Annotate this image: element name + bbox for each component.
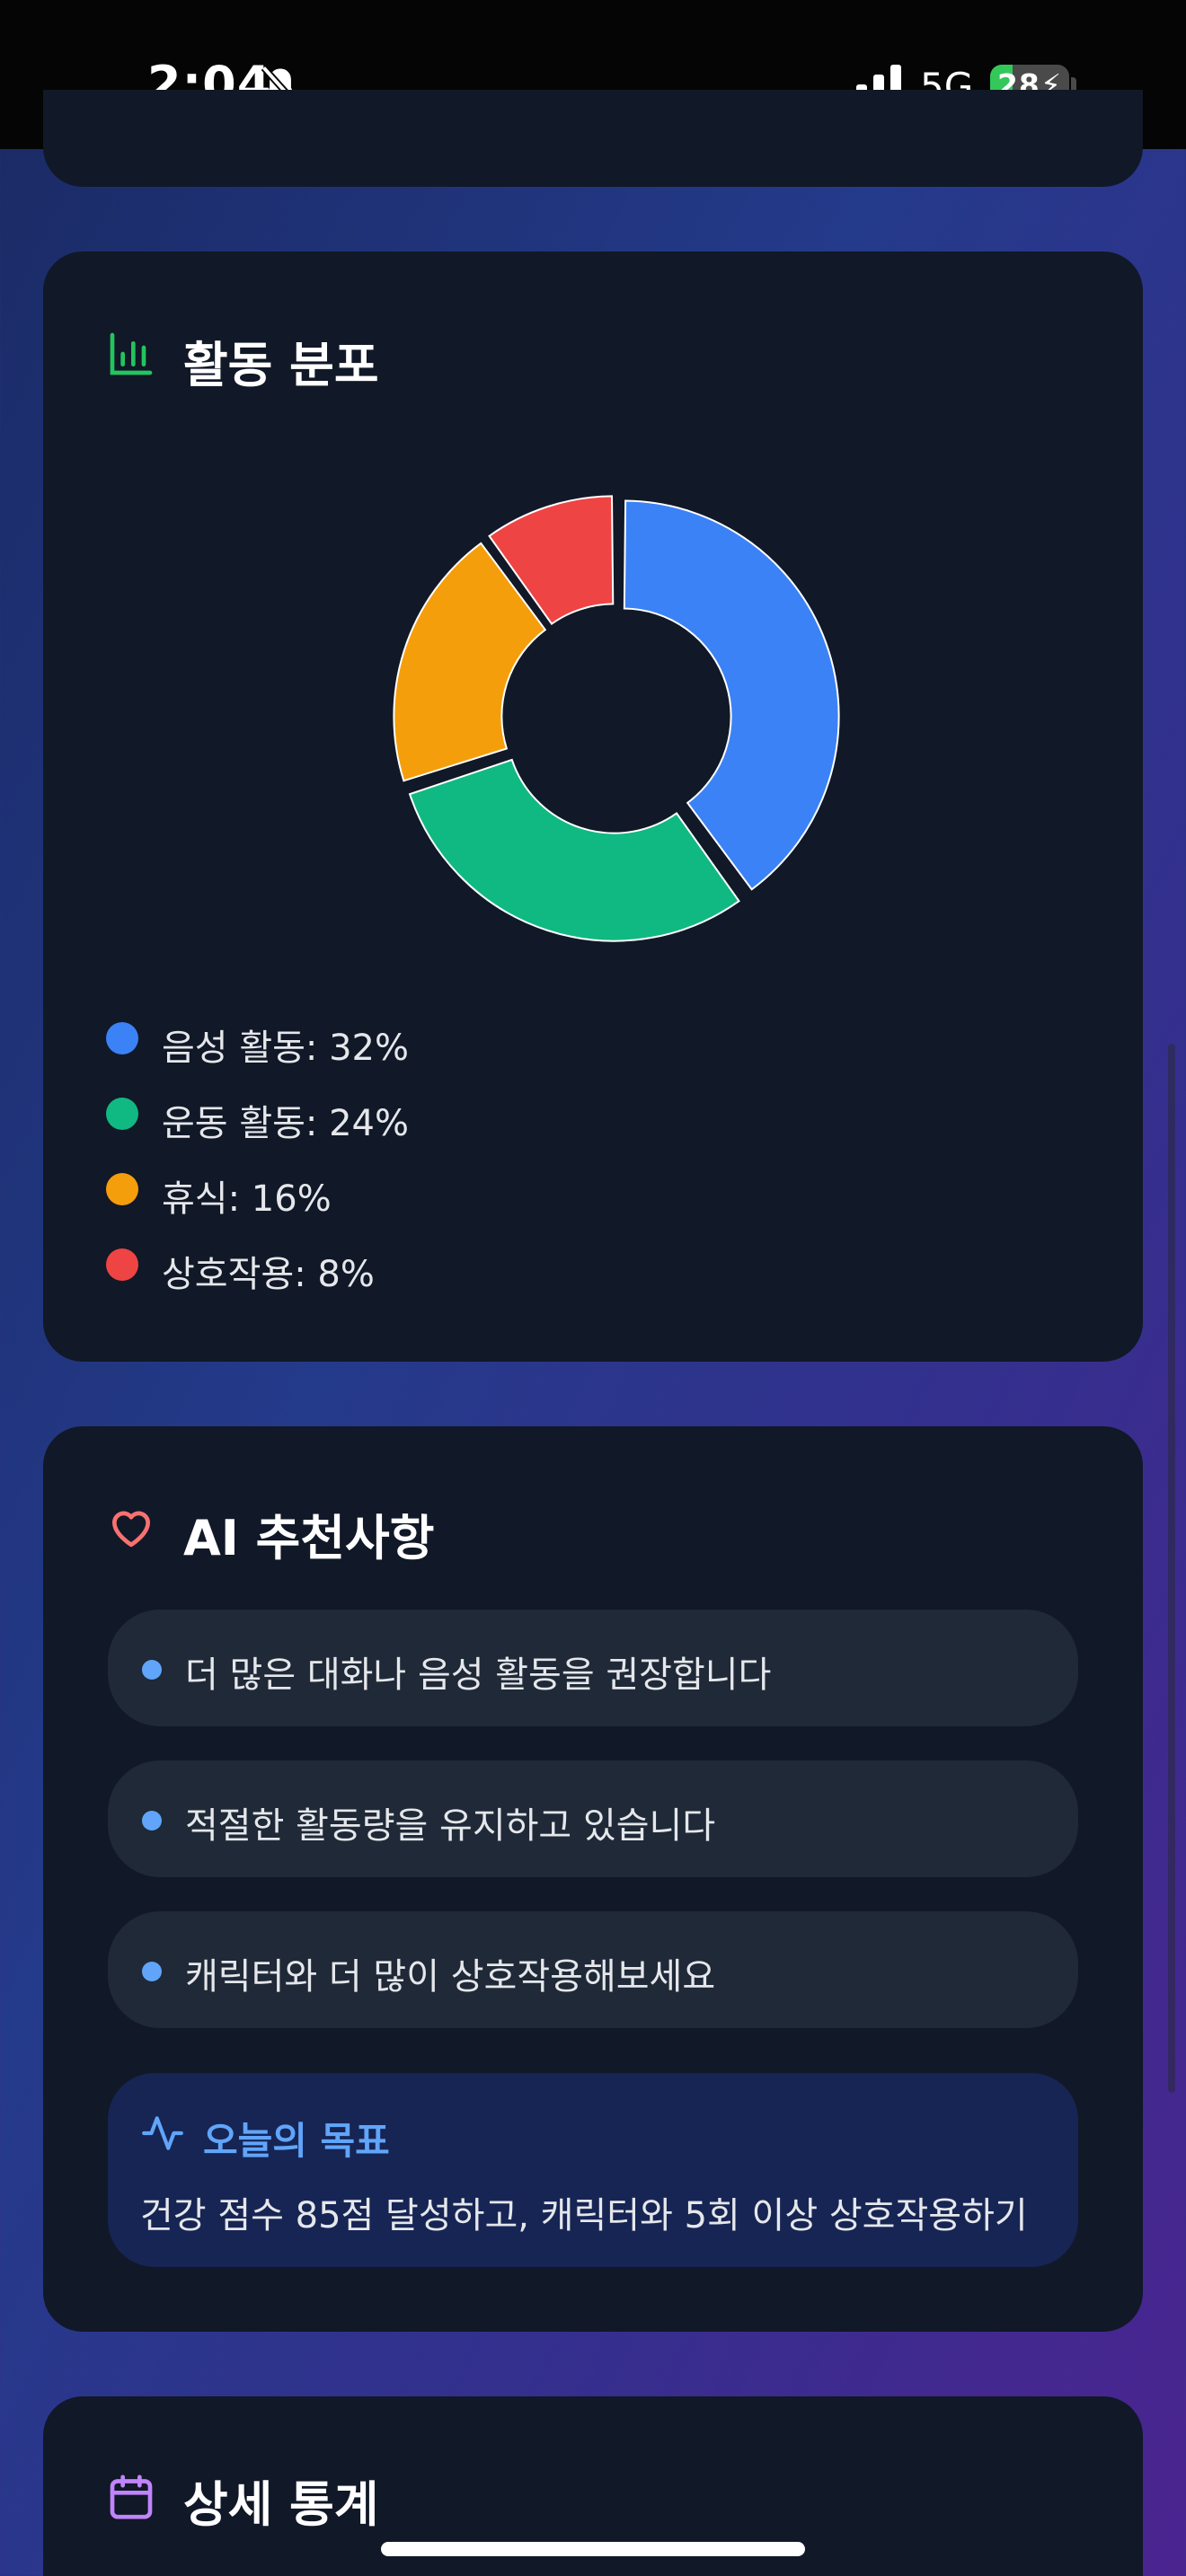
legend-label: 상호작용: 8% bbox=[162, 1254, 375, 1295]
recommendation-item: 더 많은 대화나 음성 활동을 권장합니다 bbox=[108, 1610, 1078, 1726]
legend-dot bbox=[106, 1022, 138, 1054]
recommendation-text: 캐릭터와 더 많이 상호작용해보세요 bbox=[185, 1956, 716, 1998]
bullet-dot bbox=[142, 1962, 162, 1981]
legend-dot bbox=[106, 1098, 138, 1130]
recommendation-text: 더 많은 대화나 음성 활동을 권장합니다 bbox=[185, 1654, 772, 1696]
previous-card bbox=[43, 90, 1143, 187]
bullet-dot bbox=[142, 1660, 162, 1680]
legend-label: 음성 활동: 32% bbox=[162, 1028, 410, 1069]
activity-distribution-title: 활동 분포 bbox=[183, 337, 379, 393]
activity-donut-chart bbox=[393, 495, 840, 942]
calendar-icon bbox=[110, 2475, 153, 2519]
recommendation-item: 캐릭터와 더 많이 상호작용해보세요 bbox=[108, 1911, 1078, 2028]
daily-goal-text: 건강 점수 85점 달성하고, 캐릭터와 5회 이상 상호작용하기 bbox=[140, 2195, 1028, 2236]
heart-icon bbox=[112, 1511, 151, 1548]
recommendation-item: 적절한 활동량을 유지하고 있습니다 bbox=[108, 1760, 1078, 1877]
recommendation-text: 적절한 활동량을 유지하고 있습니다 bbox=[185, 1805, 716, 1847]
home-indicator[interactable] bbox=[381, 2542, 805, 2556]
daily-goal-box: 오늘의 목표 건강 점수 85점 달성하고, 캐릭터와 5회 이상 상호작용하기 bbox=[108, 2073, 1078, 2267]
activity-distribution-card: 활동 분포 음성 활동: 32% 운동 활동: 24% 휴식: 16% 상호작용… bbox=[43, 251, 1143, 1362]
donut-slice-1 bbox=[408, 758, 740, 942]
legend-dot bbox=[106, 1173, 138, 1205]
bullet-dot bbox=[142, 1811, 162, 1831]
legend-dot bbox=[106, 1248, 138, 1281]
detailed-stats-title: 상세 통계 bbox=[183, 2476, 379, 2533]
ai-recommendations-card: AI 추천사항 더 많은 대화나 음성 활동을 권장합니다 적절한 활동량을 유… bbox=[43, 1426, 1143, 2332]
activity-icon bbox=[142, 2116, 183, 2150]
ai-recommendations-title: AI 추천사항 bbox=[183, 1510, 435, 1566]
daily-goal-title: 오늘의 목표 bbox=[203, 2119, 390, 2163]
bar-chart-icon bbox=[110, 332, 153, 375]
scrollbar[interactable] bbox=[1168, 1044, 1175, 2093]
legend-label: 휴식: 16% bbox=[162, 1178, 332, 1220]
legend-label: 운동 활동: 24% bbox=[162, 1103, 410, 1144]
